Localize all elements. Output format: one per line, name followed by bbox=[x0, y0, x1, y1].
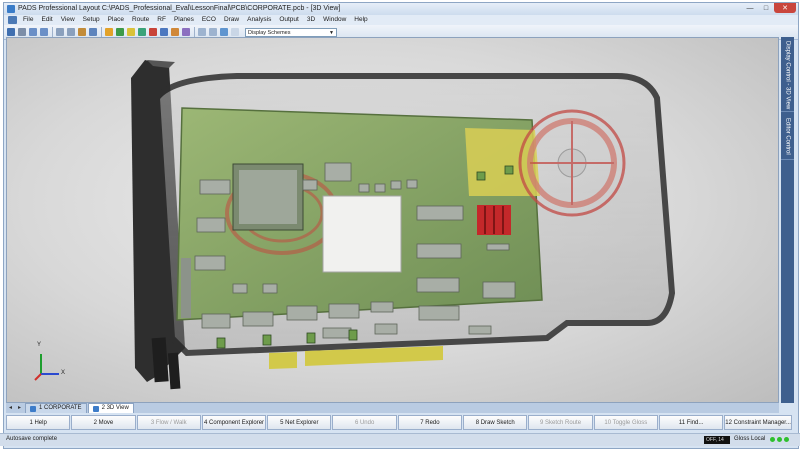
menu-planes[interactable]: Planes bbox=[170, 15, 198, 25]
route-icon[interactable] bbox=[105, 28, 113, 36]
3d-view-canvas[interactable]: Y X bbox=[6, 37, 779, 403]
cut-icon[interactable] bbox=[56, 28, 64, 36]
copy-icon[interactable] bbox=[67, 28, 75, 36]
heatsink bbox=[477, 205, 511, 235]
main-processor bbox=[232, 163, 304, 231]
menu-output[interactable]: Output bbox=[275, 15, 303, 25]
f8-draw-sketch-button[interactable]: 8 Draw Sketch bbox=[463, 415, 528, 430]
document-tabs: ◂ ▸ 1 CORPORATE 2 3D View bbox=[6, 403, 779, 413]
menu-help[interactable]: Help bbox=[350, 15, 371, 25]
f1-help-button[interactable]: 1 Help bbox=[6, 415, 71, 430]
menu-rf[interactable]: RF bbox=[153, 15, 170, 25]
f3-flow-walk-button[interactable]: 3 Flow / Walk bbox=[136, 415, 201, 430]
redo-icon[interactable] bbox=[40, 28, 48, 36]
toolbar-separator bbox=[101, 27, 102, 37]
f11-find-button[interactable]: 11 Find... bbox=[658, 415, 724, 430]
pcb-3d-model bbox=[131, 60, 676, 390]
zoom-out-icon[interactable] bbox=[209, 28, 217, 36]
menu-route[interactable]: Route bbox=[128, 15, 153, 25]
plane-icon[interactable] bbox=[116, 28, 124, 36]
display-scheme-value: Display Schemes bbox=[248, 29, 291, 36]
function-key-bar: 1 Help 2 Move 3 Flow / Walk 4 Component … bbox=[6, 415, 793, 430]
tab-3d-view[interactable]: 2 3D View bbox=[87, 403, 134, 413]
document-icon[interactable] bbox=[8, 16, 17, 24]
select-icon[interactable] bbox=[89, 28, 97, 36]
print-icon[interactable] bbox=[18, 28, 26, 36]
menu-bar: File Edit View Setup Place Route RF Plan… bbox=[4, 15, 798, 25]
menu-draw[interactable]: Draw bbox=[220, 15, 243, 25]
fit-board-icon[interactable] bbox=[220, 28, 228, 36]
title-bar: PADS Professional Layout C:\PADS_Profess… bbox=[4, 3, 798, 15]
tab-display-control[interactable]: Display Control - 3D View bbox=[781, 39, 794, 112]
tab-label: 1 CORPORATE bbox=[39, 405, 82, 411]
drc-icon[interactable] bbox=[149, 28, 157, 36]
display-scheme-select[interactable]: Display Schemes ▼ bbox=[245, 27, 337, 37]
x-axis-label: X bbox=[61, 370, 66, 376]
f4-component-explorer-button[interactable]: 4 Component Explorer bbox=[201, 415, 267, 430]
pcb-icon bbox=[30, 405, 36, 412]
side-panel: Display Control - 3D View Editor Control bbox=[781, 37, 794, 403]
3d-view-icon[interactable] bbox=[160, 28, 168, 36]
tab-corporate[interactable]: 1 CORPORATE bbox=[25, 403, 87, 413]
net-icon[interactable] bbox=[138, 28, 146, 36]
menu-eco[interactable]: ECO bbox=[198, 15, 220, 25]
maximize-button[interactable]: □ bbox=[758, 3, 774, 13]
menu-edit[interactable]: Edit bbox=[37, 15, 56, 25]
display-options-icon[interactable] bbox=[231, 28, 239, 36]
status-indicator-icon bbox=[784, 437, 789, 442]
menu-file[interactable]: File bbox=[19, 15, 37, 25]
status-message: Autosave complete bbox=[6, 436, 58, 442]
menu-3d[interactable]: 3D bbox=[303, 15, 319, 25]
f2-move-button[interactable]: 2 Move bbox=[71, 415, 136, 430]
f10-toggle-gloss-button[interactable]: 10 Toggle Gloss bbox=[593, 415, 658, 430]
f9-sketch-route-button[interactable]: 9 Sketch Route bbox=[528, 415, 593, 430]
f7-redo-button[interactable]: 7 Redo bbox=[397, 415, 463, 430]
zoom-in-icon[interactable] bbox=[198, 28, 206, 36]
y-axis-label: Y bbox=[37, 342, 42, 348]
menu-analysis[interactable]: Analysis bbox=[243, 15, 275, 25]
bga-chip bbox=[322, 195, 402, 273]
tabs-prev-button[interactable]: ◂ bbox=[6, 404, 15, 413]
f5-net-explorer-button[interactable]: 5 Net Explorer bbox=[267, 415, 332, 430]
paste-icon[interactable] bbox=[78, 28, 86, 36]
header-pins bbox=[181, 258, 191, 318]
menu-setup[interactable]: Setup bbox=[79, 15, 104, 25]
app-logo-icon bbox=[7, 5, 15, 13]
menu-view[interactable]: View bbox=[57, 15, 79, 25]
component-icon[interactable] bbox=[127, 28, 135, 36]
status-indicator-icon bbox=[777, 437, 782, 442]
measure-icon[interactable] bbox=[171, 28, 179, 36]
minimize-button[interactable]: — bbox=[742, 3, 758, 13]
window-controls: — □ ✕ bbox=[742, 3, 796, 14]
layers-icon[interactable] bbox=[182, 28, 190, 36]
close-button[interactable]: ✕ bbox=[774, 3, 796, 13]
tabs-next-button[interactable]: ▸ bbox=[15, 404, 24, 413]
window-title: PADS Professional Layout C:\PADS_Profess… bbox=[18, 5, 341, 12]
toolbar-separator bbox=[52, 27, 53, 37]
gloss-mode-label: Gloss Local bbox=[734, 436, 766, 442]
save-icon[interactable] bbox=[7, 28, 15, 36]
f12-constraint-manager-button[interactable]: 12 Constraint Manager... bbox=[724, 415, 792, 430]
status-bar: Autosave complete OFF, 14 Gloss Local bbox=[0, 433, 800, 446]
menu-window[interactable]: Window bbox=[319, 15, 350, 25]
tab-editor-control[interactable]: Editor Control bbox=[781, 113, 794, 160]
axis-indicator: Y X bbox=[29, 342, 69, 386]
tab-label: 2 3D View bbox=[101, 405, 129, 411]
3d-view-icon bbox=[92, 405, 99, 412]
z-axis-arrow bbox=[34, 373, 42, 381]
menu-place[interactable]: Place bbox=[104, 15, 128, 25]
toolbar-separator bbox=[194, 27, 195, 37]
f6-undo-button[interactable]: 6 Undo bbox=[332, 415, 397, 430]
coordinate-readout: OFF, 14 bbox=[704, 436, 730, 444]
undo-icon[interactable] bbox=[29, 28, 37, 36]
status-indicator-icon bbox=[770, 437, 775, 442]
cooling-fan bbox=[518, 109, 626, 217]
